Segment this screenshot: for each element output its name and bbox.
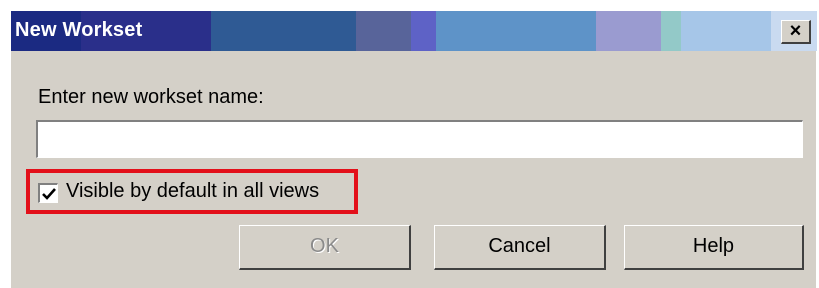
close-button[interactable]: ×	[781, 20, 811, 44]
checkmark-icon	[42, 188, 56, 200]
cancel-button[interactable]: Cancel	[434, 225, 606, 270]
close-icon: ×	[789, 20, 802, 42]
visible-checkbox[interactable]	[38, 183, 58, 203]
dialog-title: New Workset	[15, 19, 143, 41]
title-bar[interactable]: New Workset ×	[11, 11, 817, 51]
new-workset-dialog: New Workset × Enter new workset name: Vi…	[10, 10, 817, 288]
workset-name-input[interactable]	[36, 120, 803, 158]
help-button[interactable]: Help	[624, 225, 804, 270]
ok-button[interactable]: OK	[239, 225, 411, 270]
workset-name-label: Enter new workset name:	[38, 86, 264, 108]
visible-checkbox-label[interactable]: Visible by default in all views	[66, 180, 319, 203]
